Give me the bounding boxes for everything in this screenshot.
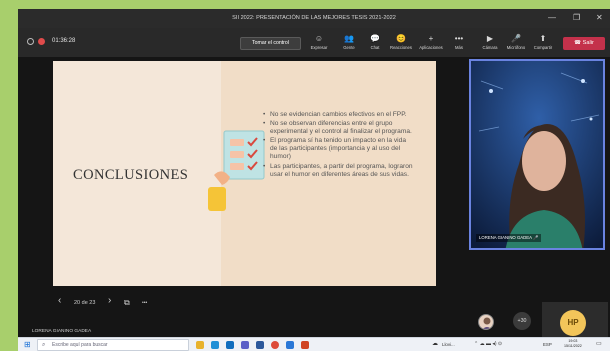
participant-name: LORENA GIANINO GADEA <box>479 235 532 240</box>
toolbar-button-label: Chat <box>370 45 380 50</box>
participant-name-tag: LORENA GIANINO GADEA 🎤 <box>476 234 542 242</box>
toolbar-button-label: Cámara <box>482 45 498 50</box>
more-icon: ••• <box>454 34 464 43</box>
teams-icon[interactable] <box>241 341 249 349</box>
slide-bullet: No se observan diferencias entre el grup… <box>263 120 413 136</box>
meeting-timer: 01:36:28 <box>52 38 76 44</box>
clock-date: 15/11/2022 <box>564 344 582 348</box>
toolbar-button-label: Aplicaciones <box>419 45 443 50</box>
people-icon: 👥 <box>344 34 354 43</box>
toolbar-button-label: Micrófono <box>506 45 526 50</box>
take-control-button[interactable]: Tomar el control <box>240 37 301 50</box>
participant-video[interactable]: LORENA GIANINO GADEA 🎤 <box>469 59 605 250</box>
word-icon[interactable] <box>256 341 264 349</box>
toolbar-button-label: Expresar <box>310 45 328 50</box>
toolbar-button-share[interactable]: ⬆ Compartir <box>530 33 556 50</box>
toolbar-button-label: Más <box>455 45 463 50</box>
shared-slide: CONCLUSIONES No se evidencian cambios ef… <box>53 61 436 286</box>
close-icon[interactable]: ✕ <box>596 13 603 22</box>
camera-icon: ▶ <box>486 34 494 43</box>
slide-bullet-list: No se evidencian cambios efectivos en el… <box>263 111 413 180</box>
microphone-icon: 🎤 <box>532 235 539 240</box>
search-placeholder: Escribe aquí para buscar <box>52 342 108 348</box>
weather-icon[interactable]: ☁ <box>432 340 438 347</box>
next-slide-button[interactable]: › <box>108 295 111 306</box>
toolbar-button-chat[interactable]: 💬 Chat <box>362 33 388 50</box>
toolbar-button-camera[interactable]: ▶ Cámara <box>477 33 503 50</box>
slide-bullet: Las participantes, a partir del programa… <box>263 163 413 179</box>
toolbar-button-more[interactable]: ••• Más <box>446 33 472 50</box>
grid-view-icon[interactable]: ⧉ <box>124 298 130 308</box>
shield-icon <box>27 38 34 45</box>
toolbar-button-apps[interactable]: + Aplicaciones <box>418 33 444 50</box>
prev-slide-button[interactable]: ‹ <box>58 295 61 306</box>
file-explorer-icon[interactable] <box>196 341 204 349</box>
taskbar-search-input[interactable]: ⌕ Escribe aquí para buscar <box>37 339 189 351</box>
weather-text[interactable]: Llovi... <box>442 342 455 347</box>
store-icon[interactable] <box>286 341 294 349</box>
share-icon: ⬆ <box>539 34 547 43</box>
plus-icon: + <box>428 34 434 43</box>
maximize-icon[interactable]: ❐ <box>573 13 580 22</box>
chrome-icon[interactable] <box>271 341 279 349</box>
reactions-icon: ☺ <box>314 34 324 43</box>
tray-icons[interactable]: ⌃ ☁ ▬ ◂) ⊙ <box>474 341 502 347</box>
avatar-image <box>482 317 492 329</box>
edge-icon[interactable] <box>211 341 219 349</box>
avatar: HP <box>560 310 586 336</box>
meeting-stage: CONCLUSIONES No se evidencian cambios ef… <box>18 57 610 351</box>
chat-icon: 💬 <box>370 34 380 43</box>
toolbar-button-label: Compartir <box>533 45 553 50</box>
participant-avatar[interactable] <box>478 314 494 330</box>
powerpoint-icon[interactable] <box>301 341 309 349</box>
microphone-icon: 🎤 <box>511 34 521 43</box>
recording-icon <box>38 38 45 45</box>
toolbar-button-microphone[interactable]: 🎤 Micrófono <box>503 33 529 50</box>
outlook-icon[interactable] <box>226 341 234 349</box>
smile-icon: 😊 <box>396 34 406 43</box>
notifications-icon[interactable]: ▭ <box>596 340 602 347</box>
leave-label: Salir <box>582 40 594 46</box>
slide-more-icon[interactable]: ••• <box>142 300 147 306</box>
teams-window: SII 2022: PRESENTACIÓN DE LAS MEJORES TE… <box>18 9 610 351</box>
windows-start-icon[interactable]: ⊞ <box>24 341 31 349</box>
toolbar-button-label: Gente <box>343 45 355 50</box>
language-indicator[interactable]: ESP <box>543 342 552 347</box>
toolbar-button-expresar[interactable]: ☺ Expresar <box>306 33 332 50</box>
meeting-toolbar: 01:36:28 Tomar el control ☺ Expresar 👥 G… <box>18 28 610 57</box>
participant-video-feed <box>471 61 603 248</box>
window-title: SII 2022: PRESENTACIÓN DE LAS MEJORES TE… <box>232 15 396 21</box>
slide-bullet: No se evidencian cambios efectivos en el… <box>263 111 413 119</box>
taskbar-clock[interactable]: 19:03 15/11/2022 <box>564 339 582 349</box>
checklist-illustration <box>208 130 265 211</box>
presenter-name: LORENA GIANINO GADEA <box>32 329 92 334</box>
slide-bullet: El programa sí ha tenido un impacto en l… <box>263 137 413 161</box>
slide-counter: 20 de 23 <box>74 300 96 306</box>
toolbar-button-label: Reacciones <box>390 45 412 50</box>
slide-title: CONCLUSIONES <box>73 167 189 183</box>
title-bar: SII 2022: PRESENTACIÓN DE LAS MEJORES TE… <box>18 9 610 28</box>
toolbar-button-people[interactable]: 👥 Gente <box>336 33 362 50</box>
toolbar-button-reactions[interactable]: 😊 Reacciones <box>388 33 414 50</box>
phone-icon: ☎ <box>574 40 582 46</box>
leave-button[interactable]: ☎ Salir <box>563 37 605 50</box>
more-participants-button[interactable]: +30 <box>513 312 531 330</box>
search-icon: ⌕ <box>42 342 46 348</box>
windows-taskbar: ⊞ ⌕ Escribe aquí para buscar ☁ Llovi... … <box>18 337 610 351</box>
minimize-icon[interactable]: — <box>548 13 556 22</box>
